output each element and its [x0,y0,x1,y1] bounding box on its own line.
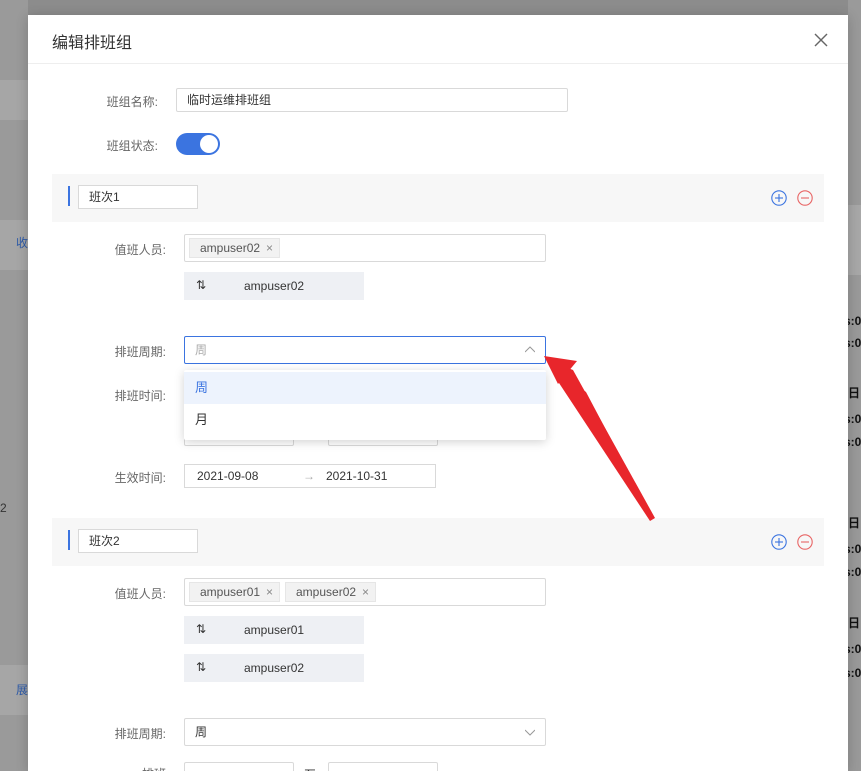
bg-text: s:0 [848,314,861,328]
bg-text: s:0 [848,642,861,656]
chevron-down-icon [525,729,535,736]
staff-tag: ampuser01 × [189,582,281,602]
shift1-name-input[interactable]: 班次1 [78,185,198,209]
add-shift-icon[interactable] [771,534,787,550]
background-page-right: s:0 s:0 日 s:0 s:0 日 s:0 s:0 日 s:0 s:0 [848,0,861,771]
shift1-effective-label: 生效时间: [114,471,166,485]
tag-close-icon[interactable]: × [362,585,369,599]
bg-text: 日 [848,616,861,630]
shift1-cycle-select[interactable]: 周 [184,336,546,364]
bg-text: s:0 [848,336,861,350]
edit-shift-group-modal: 编辑排班组 班组名称: 临时运维排班组 班组状态: 班次1 值班人员: ampu… [28,15,848,771]
tag-close-icon[interactable]: × [266,585,273,599]
cycle-dropdown: 周 月 [184,370,546,440]
staff-tag-label: ampuser01 [200,585,261,599]
modal-header: 编辑排班组 [28,15,848,64]
background-page-left: 收 2 展 [0,0,28,771]
shift1-staff-label: 值班人员: [114,243,166,257]
group-status-label: 班组状态: [106,139,158,153]
sort-icon[interactable]: ⇅ [196,660,206,674]
bg-text: s:0 [848,435,861,449]
staff-tag: ampuser02 × [189,238,281,258]
sort-icon[interactable]: ⇅ [196,622,206,636]
staff-tag: ampuser02 × [285,582,377,602]
bg-text: s:0 [848,666,861,680]
staff-tag-label: ampuser02 [296,585,357,599]
time-separator: 至 [304,766,316,771]
cycle-placeholder: 周 [195,343,208,357]
section-accent [68,530,70,550]
group-name-input[interactable]: 临时运维排班组 [176,88,568,112]
bg-text: s:0 [848,565,861,579]
group-status-toggle[interactable] [176,133,220,155]
shift2-header: 班次2 [52,518,824,566]
bg-text: 展 [16,683,29,697]
shift2-name-input[interactable]: 班次2 [78,529,198,553]
toggle-knob [200,135,218,153]
bg-text: s:0 [848,412,861,426]
effective-start: 2021-09-08 [197,469,259,483]
group-name-label: 班组名称: [106,95,158,109]
staff-row-name: ampuser02 [244,661,305,675]
sort-icon[interactable]: ⇅ [196,278,206,292]
tag-close-icon[interactable]: × [266,241,273,255]
bg-text: 2 [0,501,7,515]
bg-text: 日 [848,516,861,530]
shift1-cycle-label: 排班周期: [114,345,166,359]
close-icon[interactable] [814,33,828,47]
dropdown-option-week[interactable]: 周 [184,372,546,404]
shift2-cycle-select[interactable]: 周 [184,718,546,746]
shift2-time-start[interactable] [184,762,294,771]
range-arrow-icon: → [303,469,315,483]
shift2-staff-label: 值班人员: [114,587,166,601]
shift2-staff-row[interactable]: ⇅ ampuser01 [184,616,364,644]
shift1-staff-row[interactable]: ⇅ ampuser02 [184,272,364,300]
bg-text: 日 [848,386,861,400]
shift1-effective-range[interactable]: 2021-09-08 → 2021-10-31 [184,464,436,488]
shift2-staff-select[interactable]: ampuser01 × ampuser02 × [184,578,546,606]
shift2-time-label: 排班 [76,765,166,771]
bg-text: s:0 [848,542,861,556]
shift1-header: 班次1 [52,174,824,222]
bg-text: 收 [16,236,29,250]
effective-end: 2021-10-31 [326,469,388,483]
staff-tag-label: ampuser02 [200,241,261,255]
chevron-up-icon [525,346,535,353]
shift2-staff-row[interactable]: ⇅ ampuser02 [184,654,364,682]
add-shift-icon[interactable] [771,190,787,206]
section-accent [68,186,70,206]
shift2-cycle-label: 排班周期: [114,727,166,741]
staff-row-name: ampuser01 [244,623,305,637]
remove-shift-icon[interactable] [797,534,813,550]
shift1-staff-select[interactable]: ampuser02 × [184,234,546,262]
shift2-time-end[interactable] [328,762,438,771]
staff-row-name: ampuser02 [244,279,305,293]
shift1-time-label: 排班时间: [114,389,166,403]
remove-shift-icon[interactable] [797,190,813,206]
dropdown-option-month[interactable]: 月 [184,404,546,436]
modal-title: 编辑排班组 [52,35,133,52]
cycle-value: 周 [195,725,208,739]
